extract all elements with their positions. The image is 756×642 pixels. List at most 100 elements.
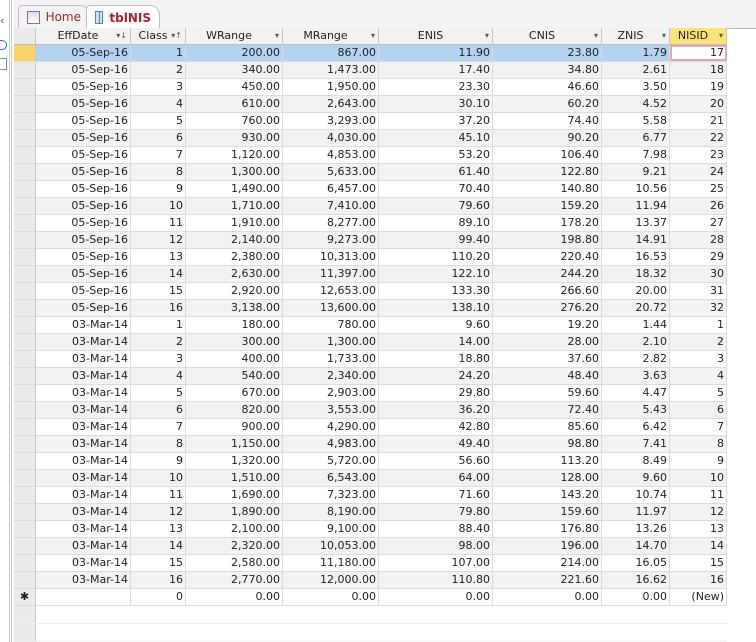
cell-nisid[interactable]: 28 xyxy=(670,232,727,248)
cell-cnis[interactable]: 106.40 xyxy=(493,147,602,163)
cell-nisid[interactable]: 29 xyxy=(670,249,727,265)
cell-enis[interactable]: 36.20 xyxy=(379,402,493,418)
record-selector[interactable] xyxy=(14,504,36,520)
cell-mrange[interactable]: 7,410.00 xyxy=(283,198,379,214)
record-selector[interactable] xyxy=(14,402,36,418)
cell-mrange[interactable]: 1,950.00 xyxy=(283,79,379,95)
cell-nisid[interactable]: 23 xyxy=(670,147,727,163)
cell-cnis[interactable]: 178.20 xyxy=(493,215,602,231)
table-row[interactable]: 05-Sep-16 12 2,140.00 9,273.00 99.40 198.80 14… xyxy=(14,232,727,249)
cell-mrange[interactable]: 1,473.00 xyxy=(283,62,379,78)
new-record-row[interactable]: ✱ 0 0.00 0.00 0.00 0.00 0.00 (New) xyxy=(14,589,727,606)
cell-cnis[interactable]: 276.20 xyxy=(493,300,602,316)
cell-nisid[interactable]: 16 xyxy=(670,572,727,588)
cell-effdate[interactable]: 05-Sep-16 xyxy=(36,130,131,146)
cell-mrange[interactable]: 2,340.00 xyxy=(283,368,379,384)
cell-nisid[interactable]: 7 xyxy=(670,419,727,435)
cell-znis[interactable]: 11.94 xyxy=(602,198,670,214)
record-selector[interactable] xyxy=(14,96,36,112)
cell-cnis[interactable]: 244.20 xyxy=(493,266,602,282)
table-row[interactable]: 05-Sep-16 14 2,630.00 11,397.00 122.10 244.20… xyxy=(14,266,727,283)
table-row[interactable]: 05-Sep-16 6 930.00 4,030.00 45.10 90.20 6.77 22 xyxy=(14,130,727,147)
cell-znis[interactable]: 5.58 xyxy=(602,113,670,129)
cell-cnis[interactable]: 48.40 xyxy=(493,368,602,384)
cell-effdate[interactable]: 03-Mar-14 xyxy=(36,504,131,520)
record-selector[interactable] xyxy=(14,538,36,554)
cell-enis[interactable]: 99.40 xyxy=(379,232,493,248)
cell-class[interactable]: 1 xyxy=(131,45,186,61)
record-selector[interactable] xyxy=(14,385,36,401)
cell-enis[interactable]: 107.00 xyxy=(379,555,493,571)
cell-class[interactable]: 16 xyxy=(131,300,186,316)
table-row[interactable]: 03-Mar-14 14 2,320.00 10,053.00 98.00 196.00 1… xyxy=(14,538,727,555)
cell-nisid[interactable]: 20 xyxy=(670,96,727,112)
cell-enis[interactable]: 14.00 xyxy=(379,334,493,350)
table-row[interactable]: 05-Sep-16 16 3,138.00 13,600.00 138.10 276.20… xyxy=(14,300,727,317)
tab-tblnis[interactable]: tblNIS xyxy=(86,5,160,29)
cell-cnis[interactable]: 198.80 xyxy=(493,232,602,248)
cell-class[interactable]: 4 xyxy=(131,96,186,112)
cell-class[interactable]: 6 xyxy=(131,402,186,418)
cell-enis[interactable]: 17.40 xyxy=(379,62,493,78)
cell-wrange[interactable]: 1,120.00 xyxy=(186,147,283,163)
record-selector[interactable] xyxy=(14,572,36,588)
cell-nisid[interactable]: 19 xyxy=(670,79,727,95)
cell-cnis[interactable]: 113.20 xyxy=(493,453,602,469)
record-selector[interactable] xyxy=(14,351,36,367)
record-selector[interactable] xyxy=(14,113,36,129)
cell-cnis[interactable]: 214.00 xyxy=(493,555,602,571)
table-row[interactable]: 03-Mar-14 4 540.00 2,340.00 24.20 48.40 3.63 4 xyxy=(14,368,727,385)
cell-mrange[interactable]: 3,553.00 xyxy=(283,402,379,418)
cell-nisid[interactable]: 10 xyxy=(670,470,727,486)
record-selector[interactable] xyxy=(14,215,36,231)
cell-mrange[interactable]: 5,633.00 xyxy=(283,164,379,180)
cell-enis[interactable]: 71.60 xyxy=(379,487,493,503)
cell-wrange[interactable]: 1,690.00 xyxy=(186,487,283,503)
cell-cnis[interactable]: 90.20 xyxy=(493,130,602,146)
cell-znis[interactable]: 10.74 xyxy=(602,487,670,503)
sort-filter-dropdown-icon[interactable]: ▾↑ xyxy=(171,28,182,44)
cell-class[interactable]: 5 xyxy=(131,113,186,129)
record-selector[interactable] xyxy=(14,266,36,282)
cell-wrange[interactable]: 2,140.00 xyxy=(186,232,283,248)
table-row[interactable]: 05-Sep-16 1 200.00 867.00 11.90 23.80 1.79 17 xyxy=(14,45,727,62)
cell-znis[interactable]: 6.77 xyxy=(602,130,670,146)
table-row[interactable]: 05-Sep-16 5 760.00 3,293.00 37.20 74.40 5.58 21 xyxy=(14,113,727,130)
table-row[interactable]: 05-Sep-16 11 1,910.00 8,277.00 89.10 178.20 13… xyxy=(14,215,727,232)
cell-nisid[interactable]: 17 xyxy=(670,45,727,61)
sort-filter-dropdown-icon[interactable]: ▾ xyxy=(662,28,666,44)
cell-wrange[interactable]: 2,100.00 xyxy=(186,521,283,537)
cell-mrange[interactable]: 8,190.00 xyxy=(283,504,379,520)
cell-wrange[interactable]: 2,920.00 xyxy=(186,283,283,299)
table-row[interactable]: 05-Sep-16 15 2,920.00 12,653.00 133.30 266.60… xyxy=(14,283,727,300)
cell-effdate[interactable]: 03-Mar-14 xyxy=(36,521,131,537)
cell-mrange[interactable]: 4,290.00 xyxy=(283,419,379,435)
cell-znis[interactable]: 9.21 xyxy=(602,164,670,180)
cell-znis[interactable]: 16.62 xyxy=(602,572,670,588)
cell-class[interactable]: 3 xyxy=(131,351,186,367)
cell-mrange[interactable]: 10,313.00 xyxy=(283,249,379,265)
cell-cnis[interactable]: 60.20 xyxy=(493,96,602,112)
cell-wrange[interactable]: 400.00 xyxy=(186,351,283,367)
record-selector[interactable] xyxy=(14,334,36,350)
cell-effdate[interactable]: 05-Sep-16 xyxy=(36,249,131,265)
cell-wrange[interactable]: 180.00 xyxy=(186,317,283,333)
cell-znis[interactable]: 13.37 xyxy=(602,215,670,231)
table-row[interactable]: 03-Mar-14 3 400.00 1,733.00 18.80 37.60 2.82 3 xyxy=(14,351,727,368)
cell-enis[interactable]: 89.10 xyxy=(379,215,493,231)
cell-nisid[interactable]: 15 xyxy=(670,555,727,571)
cell-cnis[interactable]: 74.40 xyxy=(493,113,602,129)
cell-wrange[interactable]: 300.00 xyxy=(186,334,283,350)
new-cell-enis[interactable]: 0.00 xyxy=(379,589,493,605)
cell-enis[interactable]: 79.80 xyxy=(379,504,493,520)
table-row[interactable]: 03-Mar-14 15 2,580.00 11,180.00 107.00 214.00… xyxy=(14,555,727,572)
sort-filter-dropdown-icon[interactable]: ▾ xyxy=(594,28,598,44)
cell-znis[interactable]: 8.49 xyxy=(602,453,670,469)
cell-class[interactable]: 8 xyxy=(131,164,186,180)
record-selector[interactable] xyxy=(14,62,36,78)
cell-effdate[interactable]: 03-Mar-14 xyxy=(36,572,131,588)
cell-cnis[interactable]: 220.40 xyxy=(493,249,602,265)
cell-cnis[interactable]: 143.20 xyxy=(493,487,602,503)
nav-search-icon[interactable] xyxy=(0,40,7,50)
cell-class[interactable]: 9 xyxy=(131,181,186,197)
